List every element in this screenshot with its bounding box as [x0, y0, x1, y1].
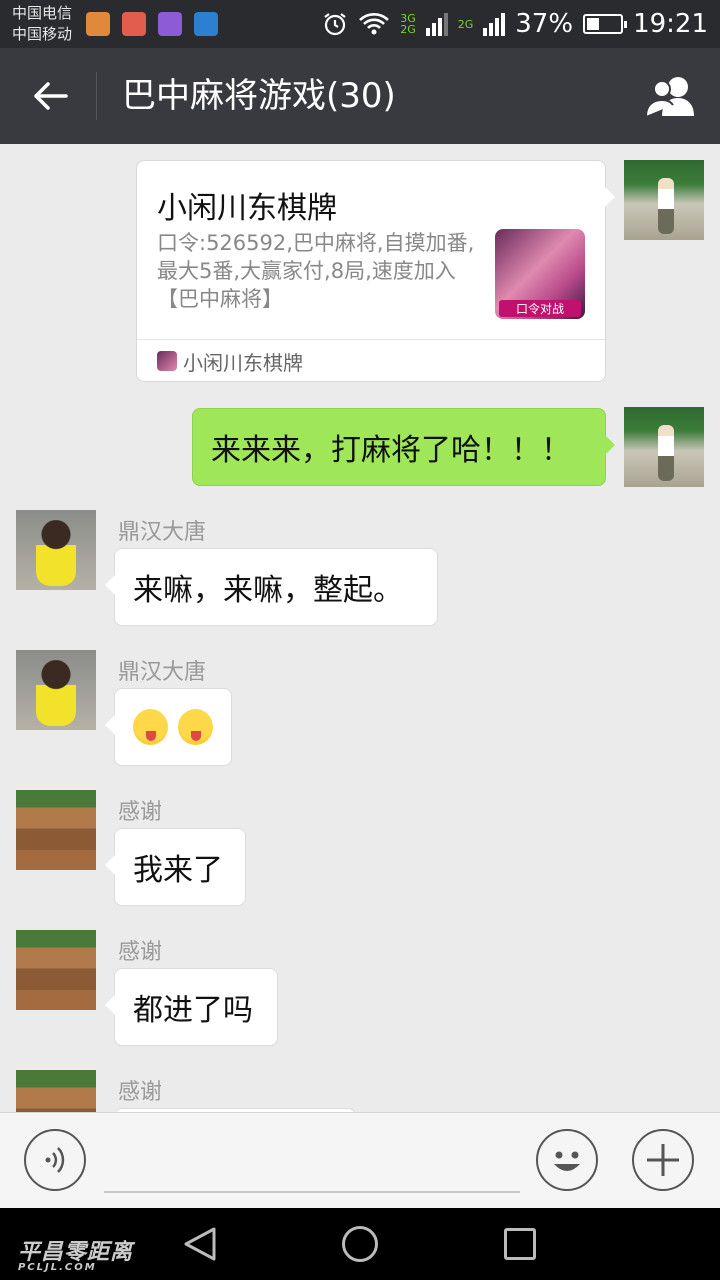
network-2g-label-2: 2G	[457, 17, 474, 31]
card-thumbnail-badge: 口令对战	[499, 300, 581, 317]
wifi-icon	[359, 13, 390, 35]
sender-name: 感谢	[118, 940, 163, 965]
watermark: 平昌零距离 PCLJL.COM	[18, 1234, 133, 1273]
sender-name: 感谢	[118, 800, 163, 825]
nav-recent-icon[interactable]	[504, 1228, 536, 1260]
avatar[interactable]	[16, 510, 96, 590]
message-bubble[interactable]: 来嘛，来嘛，整起。	[105, 548, 438, 626]
group-members-icon[interactable]	[644, 74, 698, 118]
more-button[interactable]	[632, 1129, 694, 1191]
smiley-icon	[554, 1151, 580, 1171]
card-divider	[137, 339, 605, 340]
app-source-icon	[157, 351, 177, 371]
carrier-labels: 中国电信 中国移动	[12, 3, 72, 45]
network-type-2: 2G	[458, 19, 474, 30]
network-type: 3G 2G	[400, 13, 416, 35]
card-title: 小闲川东棋牌	[157, 191, 337, 226]
message-text: 都进了吗	[133, 993, 253, 1028]
battery-percent: 37%	[515, 9, 574, 39]
clock: 19:21	[633, 9, 708, 39]
message-bubble[interactable]: 都进了吗	[105, 968, 278, 1046]
notification-icons	[86, 12, 218, 36]
status-indicators: 3G 2G 2G 37% 19:21	[322, 0, 708, 48]
header-divider	[96, 72, 97, 120]
shared-card-message[interactable]: 小闲川东棋牌 口令:526592,巴中麻将,自摸加番,最大5番,大赢家付,8局,…	[136, 160, 615, 382]
chat-header: 巴中麻将游戏(30)	[0, 48, 720, 144]
input-bar	[0, 1112, 720, 1208]
wink-tongue-emoji	[178, 709, 213, 745]
emoji-button[interactable]	[536, 1129, 598, 1191]
avatar[interactable]	[624, 407, 704, 487]
arrow-left-icon[interactable]	[30, 76, 70, 116]
alarm-icon	[324, 13, 346, 36]
avatar[interactable]	[16, 790, 96, 870]
avatar[interactable]	[16, 1070, 96, 1112]
message-list[interactable]: 小闲川东棋牌 口令:526592,巴中麻将,自摸加番,最大5番,大赢家付,8局,…	[0, 144, 720, 1112]
card-description: 口令:526592,巴中麻将,自摸加番,最大5番,大赢家付,8局,速度加入【巴中…	[157, 231, 475, 311]
message-input[interactable]	[104, 1191, 520, 1193]
app-notification-icon	[86, 12, 110, 36]
emoji-message-bubble[interactable]	[105, 688, 232, 766]
carrier-2: 中国移动	[12, 25, 73, 43]
system-nav-bar: 平昌零距离 PCLJL.COM	[0, 1208, 720, 1280]
network-2g-label: 2G	[400, 23, 416, 36]
signal-icon-2	[483, 13, 506, 36]
message-text: 我来了	[133, 853, 223, 888]
message-text: 来来来，打麻将了哈！！！	[211, 433, 571, 468]
nav-home-icon[interactable]	[342, 1226, 378, 1262]
gallery-icon	[158, 12, 182, 36]
battery-icon	[583, 14, 628, 34]
message-bubble[interactable]: 我来了	[105, 828, 246, 906]
plus-icon	[647, 1144, 679, 1176]
sender-name: 感谢	[118, 1080, 163, 1105]
message-text: 来嘛，来嘛，整起。	[133, 573, 403, 608]
wink-tongue-emoji	[133, 709, 168, 745]
avatar[interactable]	[16, 650, 96, 730]
carrier-1: 中国电信	[12, 4, 73, 22]
video-icon	[194, 12, 218, 36]
avatar[interactable]	[16, 930, 96, 1010]
nav-back-icon[interactable]	[180, 1226, 220, 1262]
card-source: 小闲川东棋牌	[183, 351, 303, 375]
voice-icon	[45, 1147, 65, 1173]
sender-name: 鼎汉大唐	[118, 660, 207, 685]
battery-level	[587, 18, 600, 30]
voice-button[interactable]	[24, 1129, 86, 1191]
message-bubble[interactable]: 来来来，打麻将了哈！！！	[192, 408, 615, 486]
missed-call-icon	[122, 12, 146, 36]
sender-name: 鼎汉大唐	[118, 520, 207, 545]
status-bar: 中国电信 中国移动 3G 2G 2G 37% 19:21	[0, 0, 720, 48]
card-thumbnail: 口令对战	[495, 229, 585, 319]
avatar[interactable]	[624, 160, 704, 240]
chat-title: 巴中麻将游戏(30)	[122, 76, 396, 116]
signal-icon	[425, 13, 448, 36]
